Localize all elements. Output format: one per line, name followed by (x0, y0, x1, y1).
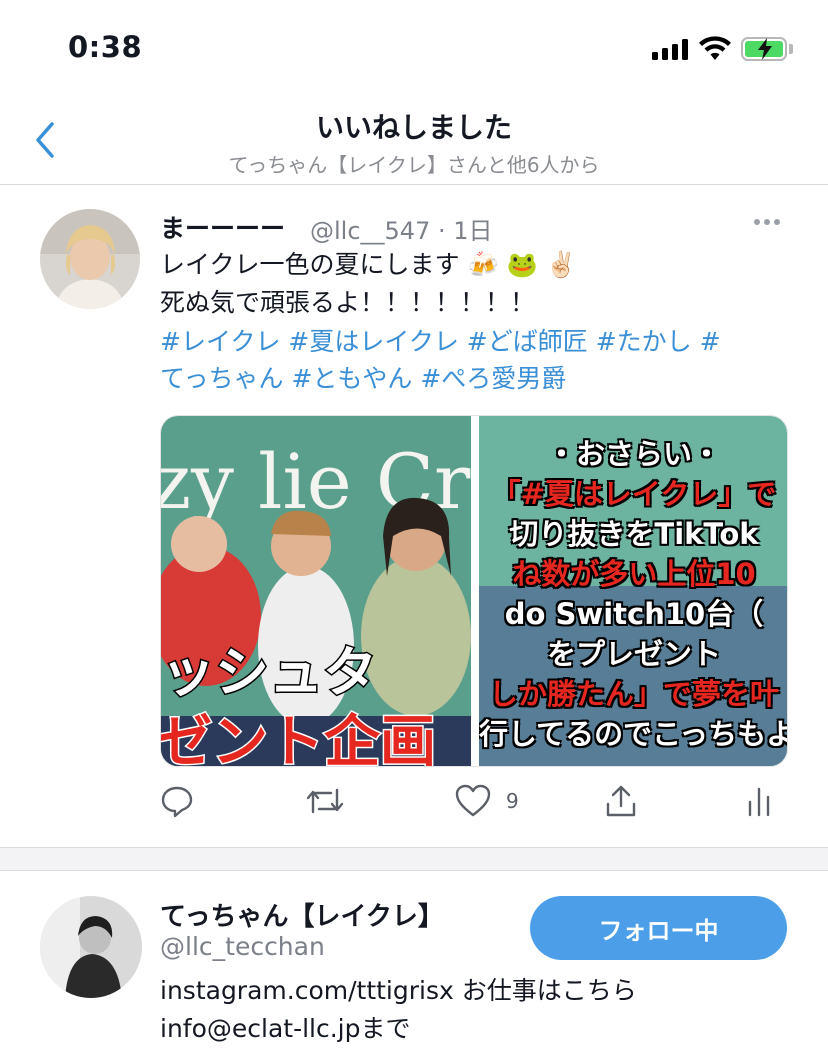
media-image-left: zy lie Cra ッシュタ ゼント企画 (161, 416, 516, 767)
user-name[interactable]: てっちゃん【レイクレ】 (160, 896, 444, 933)
media-right-line: をプレゼント (546, 637, 721, 671)
like-count: 9 (506, 789, 519, 813)
user-avatar[interactable] (40, 896, 142, 998)
reply-icon[interactable] (160, 784, 194, 818)
cellular-signal-icon (652, 38, 688, 60)
tweet-author-avatar[interactable] (40, 209, 140, 309)
heart-icon[interactable] (455, 784, 491, 818)
media-right-line: 「#夏はレイクレ」で (491, 477, 777, 511)
media-right-line: ・おさらい・ (546, 437, 721, 471)
battery-cap (789, 44, 793, 54)
page-subtitle: てっちゃん【レイクレ】さんと他6人から (228, 153, 600, 177)
status-time: 0:38 (68, 30, 143, 64)
media-right-line: しか勝たん」で夢を叶 (488, 677, 779, 711)
share-icon[interactable] (604, 784, 638, 818)
media-right-text: ・おさらい・「#夏はレイクレ」で 切り抜きをTikTok ね数が多い上位10 do S… (479, 434, 788, 754)
user-bio-line-2: info@eclat-llc.jpまで (160, 1014, 411, 1043)
tweet-media[interactable]: zy lie Cra ッシュタ ゼント企画 ・おさらい・「#夏はレイクレ」で 切り… (160, 415, 788, 767)
more-options-icon[interactable] (754, 219, 786, 227)
media-left-text-mid: ッシュタ (161, 641, 377, 704)
tweet-text-line-1: レイクレ一色の夏にします 🍻 🐸 ✌🏻 (160, 250, 577, 279)
header-divider (0, 184, 828, 185)
section-separator (0, 847, 828, 871)
media-left-text-bottom: ゼント企画 (161, 710, 436, 767)
charging-bolt-icon (758, 38, 772, 60)
user-bio-line-1: instagram.com/tttigrisx お仕事はこちら (160, 976, 637, 1005)
tweet-text-line-2: 死ぬ気で頑張るよ！！！！！！！ (160, 288, 536, 317)
media-right-line: 切り抜きをTikTok (509, 517, 759, 551)
page-title: いいねしました (315, 111, 512, 144)
tweet-author-name[interactable]: まーーーー (160, 209, 285, 245)
analytics-icon[interactable] (746, 784, 772, 818)
tweet-hashtags-line-2[interactable]: てっちゃん #ともやん #ぺろ愛男爵 (160, 362, 780, 396)
media-left-text-top: zy lie Cra (161, 437, 516, 526)
media-right-line: ね数が多い上位10 (512, 557, 756, 591)
following-button[interactable]: フォロー中 (530, 896, 787, 960)
retweet-icon[interactable] (305, 784, 345, 818)
tweet-handle-time: @llc__547 · 1日 (310, 217, 493, 245)
media-right-line: 行してるのでこっちもよ (479, 717, 788, 751)
wifi-icon (699, 36, 731, 60)
media-right-line: do Switch10台（ (504, 597, 764, 631)
tweet-hashtags-line-1[interactable]: #レイクレ #夏はレイクレ #どば師匠 #たかし # (160, 325, 780, 359)
user-handle: @llc_tecchan (160, 932, 325, 961)
